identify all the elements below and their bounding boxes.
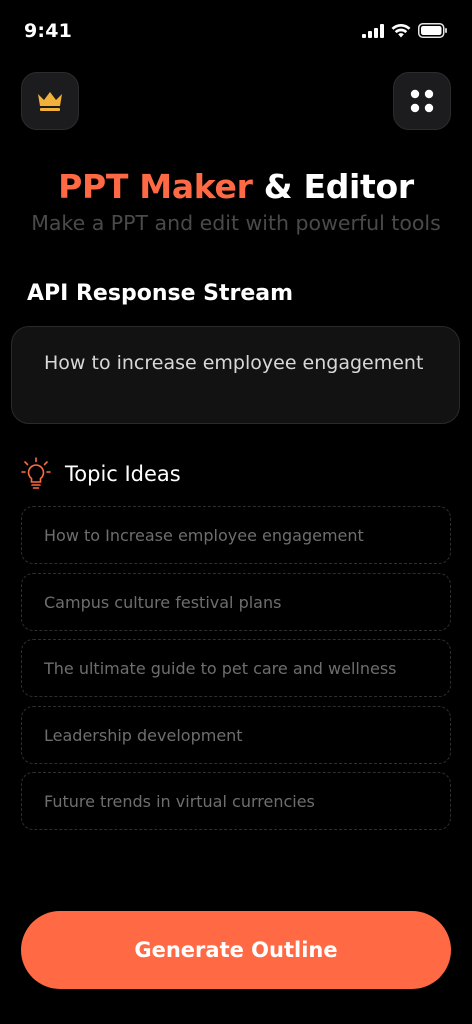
status-bar: 9:41 <box>0 0 472 60</box>
page-subtitle: Make a PPT and edit with powerful tools <box>31 211 441 235</box>
topic-idea-item[interactable]: How to Increase employee engagement <box>21 506 451 564</box>
prompt-input[interactable]: How to increase employee engagement <box>11 326 460 424</box>
battery-icon <box>418 23 447 38</box>
topic-idea-item[interactable]: Campus culture festival plans <box>21 573 451 631</box>
prompt-text: How to increase employee engagement <box>44 352 424 374</box>
topic-idea-item[interactable]: Future trends in virtual currencies <box>21 772 451 830</box>
signal-icon <box>362 23 384 38</box>
menu-button[interactable] <box>393 72 451 130</box>
topic-ideas-header: Topic Ideas <box>21 456 181 492</box>
status-time: 9:41 <box>24 20 73 42</box>
grid-dots-icon <box>410 89 434 113</box>
crown-icon <box>38 92 62 111</box>
screen: 9:41 PPT Maker & Editor Make a PPT and e… <box>0 0 472 1024</box>
lightbulb-icon <box>21 457 51 489</box>
title-rest: & Editor <box>252 167 414 206</box>
premium-button[interactable] <box>21 72 79 130</box>
topic-ideas-label: Topic Ideas <box>65 462 181 486</box>
wifi-icon <box>391 23 411 38</box>
title-accent: PPT Maker <box>58 167 253 206</box>
page-title: PPT Maker & Editor <box>0 167 472 206</box>
topic-idea-item[interactable]: Leadership development <box>21 706 451 764</box>
section-title: API Response Stream <box>27 281 294 306</box>
generate-outline-button[interactable]: Generate Outline <box>21 911 451 989</box>
status-icons <box>362 23 448 38</box>
topic-idea-item[interactable]: The ultimate guide to pet care and welln… <box>21 639 451 697</box>
